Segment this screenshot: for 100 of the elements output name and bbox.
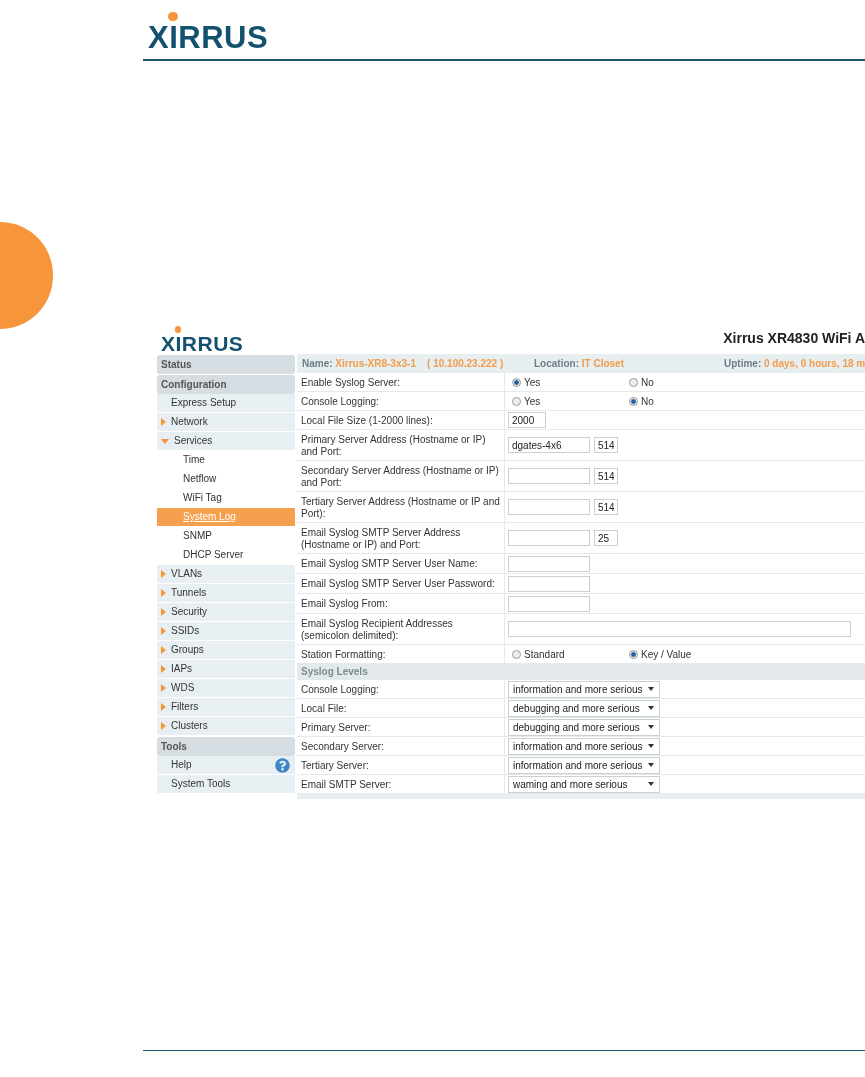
caret-icon bbox=[161, 703, 166, 711]
field-label: Email Syslog SMTP Server Address (Hostname or IP) and Port: bbox=[301, 526, 462, 551]
sidebar-item[interactable]: Clusters bbox=[157, 717, 295, 736]
radio-button[interactable] bbox=[629, 396, 638, 406]
caret-icon bbox=[161, 589, 166, 597]
info-text: Uptime: 0 days, 0 hours, 18 m bbox=[724, 358, 865, 369]
caret-icon bbox=[161, 608, 166, 616]
sidebar-item-label[interactable]: SSIDs bbox=[171, 622, 200, 640]
sidebar-item[interactable]: Help bbox=[157, 756, 295, 775]
sidebar-item-label[interactable]: IAPs bbox=[171, 660, 193, 678]
radio-label[interactable]: Yes bbox=[524, 395, 541, 407]
sidebar-item[interactable]: Tunnels bbox=[157, 584, 295, 603]
dropdown[interactable]: debugging and more serious bbox=[508, 718, 660, 736]
info-text: Location: IT Closet bbox=[534, 358, 625, 369]
caret-icon bbox=[161, 627, 166, 635]
field-label: Secondary Server Address (Hostname or IP) and Port: bbox=[301, 464, 500, 489]
sidebar-item-label[interactable]: Services bbox=[174, 432, 213, 450]
radio-button[interactable] bbox=[512, 396, 521, 406]
field-label: Tertiary Server: bbox=[301, 759, 369, 772]
dropdown[interactable]: information and more serious bbox=[508, 680, 660, 698]
caret-icon bbox=[648, 763, 654, 767]
field-label: Station Formatting: bbox=[301, 648, 386, 661]
input-field[interactable] bbox=[508, 595, 590, 612]
sidebar-item[interactable]: WDS bbox=[157, 679, 295, 698]
sidebar-item-label[interactable]: Groups bbox=[171, 641, 204, 659]
caret-icon bbox=[648, 687, 654, 691]
input-field[interactable]: 2000 bbox=[508, 412, 546, 428]
field-label: Tertiary Server Address (Hostname or IP and Port): bbox=[301, 495, 500, 520]
port-field[interactable]: 514 bbox=[594, 468, 618, 484]
sidebar-section[interactable]: Status bbox=[157, 355, 295, 374]
radio-label[interactable]: No bbox=[641, 376, 654, 388]
field-label: Email Syslog SMTP Server User Name: bbox=[301, 558, 478, 570]
sidebar-section[interactable]: Tools bbox=[157, 737, 295, 756]
logo: XIRRUS bbox=[161, 326, 246, 354]
sidebar-item-label[interactable]: Network bbox=[171, 413, 208, 431]
sidebar-item[interactable]: Network bbox=[157, 413, 295, 432]
sidebar-section[interactable]: Configuration bbox=[157, 375, 295, 394]
input-field[interactable] bbox=[508, 621, 851, 637]
field-label: Email SMTP Server: bbox=[301, 778, 392, 791]
radio-button[interactable] bbox=[629, 377, 638, 387]
input-field[interactable] bbox=[508, 530, 590, 546]
sidebar-item[interactable]: Services bbox=[157, 432, 295, 451]
help-icon[interactable] bbox=[275, 758, 290, 773]
radio-label[interactable]: No bbox=[641, 395, 654, 407]
sidebar-item[interactable]: VLANs bbox=[157, 565, 295, 584]
sidebar-item-label[interactable]: WDS bbox=[171, 679, 195, 697]
field-label: Primary Server Address (Hostname or IP) and Port: bbox=[301, 433, 487, 458]
field-label: Email Syslog SMTP Server User Password: bbox=[301, 578, 495, 590]
sidebar-item[interactable]: Filters bbox=[157, 698, 295, 717]
radio-button[interactable] bbox=[512, 377, 521, 387]
sidebar-item-label[interactable]: VLANs bbox=[171, 565, 203, 583]
caret-icon bbox=[161, 665, 166, 673]
caret-icon bbox=[648, 725, 654, 729]
port-field[interactable]: 514 bbox=[594, 499, 618, 515]
field-label: Primary Server: bbox=[301, 721, 371, 734]
sidebar-item-label[interactable]: Tunnels bbox=[171, 584, 207, 602]
field-label: Local File: bbox=[301, 702, 347, 715]
caret-icon bbox=[161, 646, 166, 654]
port-field[interactable]: 25 bbox=[594, 530, 618, 546]
section-heading: Syslog Levels bbox=[297, 664, 865, 680]
port-field[interactable]: 514 bbox=[594, 437, 618, 453]
caret-icon bbox=[161, 722, 166, 730]
field-label: Email Syslog From: bbox=[301, 598, 388, 610]
caret-icon bbox=[161, 418, 166, 426]
page-title: Xirrus XR4830 WiFi A bbox=[723, 330, 865, 346]
input-field[interactable] bbox=[508, 575, 590, 592]
sidebar-item[interactable]: Security bbox=[157, 603, 295, 622]
sidebar-item-label[interactable]: Filters bbox=[171, 698, 199, 716]
dropdown[interactable]: information and more serious bbox=[508, 756, 660, 774]
sidebar-item[interactable]: IAPs bbox=[157, 660, 295, 679]
caret-icon bbox=[648, 744, 654, 748]
input-field[interactable] bbox=[508, 468, 590, 484]
sidebar-item-label[interactable]: Clusters bbox=[171, 717, 208, 735]
input-field[interactable]: dgates-4x6 bbox=[508, 437, 590, 453]
field-label: Secondary Server: bbox=[301, 740, 384, 753]
sidebar-item[interactable]: Groups bbox=[157, 641, 295, 660]
dropdown[interactable]: debugging and more serious bbox=[508, 699, 660, 717]
field-label: Console Logging: bbox=[301, 395, 379, 408]
dropdown[interactable]: waming and more serious bbox=[508, 775, 660, 793]
radio-label[interactable]: Standard bbox=[524, 648, 565, 660]
sidebar-item[interactable]: SSIDs bbox=[157, 622, 295, 641]
input-field[interactable] bbox=[508, 499, 590, 515]
radio-label[interactable]: Key / Value bbox=[641, 648, 692, 660]
field-label: Enable Syslog Server: bbox=[301, 376, 400, 389]
caret-icon bbox=[648, 706, 654, 710]
logo: XIRRUS bbox=[148, 12, 271, 53]
caret-icon bbox=[648, 782, 654, 786]
sidebar-item[interactable]: Express Setup bbox=[157, 394, 295, 413]
radio-label[interactable]: Yes bbox=[524, 376, 541, 388]
caret-icon bbox=[161, 684, 166, 692]
radio-button[interactable] bbox=[512, 649, 521, 659]
sidebar-item-label[interactable]: Security bbox=[171, 603, 208, 621]
radio-button[interactable] bbox=[629, 649, 638, 659]
caret-icon bbox=[161, 438, 169, 444]
dropdown[interactable]: information and more serious bbox=[508, 737, 660, 755]
input-field[interactable] bbox=[508, 555, 590, 572]
field-label: Email Syslog Recipient Addresses (semicolon delimited): bbox=[301, 617, 454, 642]
info-text: Name: Xirrus-XR8-3x3-1 ( 10.100.23.222 ) bbox=[302, 358, 505, 369]
sidebar-item[interactable]: System Tools bbox=[157, 775, 295, 794]
caret-icon bbox=[161, 570, 166, 578]
